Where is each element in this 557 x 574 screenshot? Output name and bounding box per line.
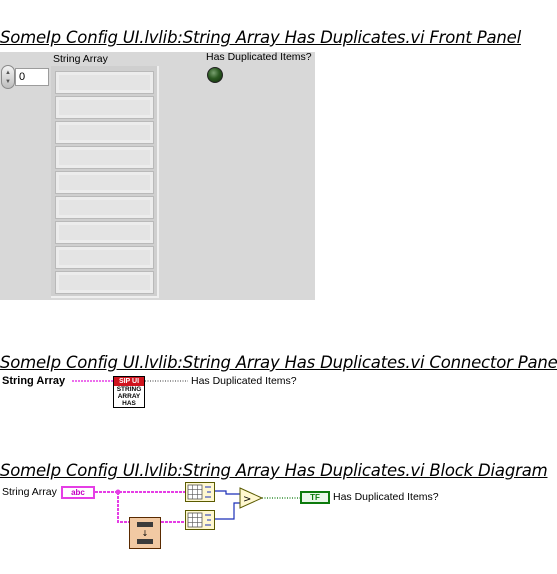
greater-than-symbol: >	[243, 494, 251, 505]
string-array-terminal[interactable]: abc	[61, 486, 95, 499]
sort-icon: ↓	[137, 522, 153, 544]
string-wire-to-sort	[117, 492, 129, 523]
wire-junction	[115, 489, 121, 495]
array-grid-icon	[187, 512, 211, 528]
svg-text:↓: ↓	[142, 529, 149, 538]
search-array-node-1[interactable]	[185, 482, 215, 502]
search-array-node-2[interactable]	[185, 510, 215, 530]
sort-array-node[interactable]: ↓	[129, 517, 161, 549]
boolean-terminal-text: TF	[310, 493, 320, 502]
bd-output-label: Has Duplicated Items?	[333, 491, 439, 503]
numeric-wire-2	[214, 502, 240, 520]
has-duplicates-terminal[interactable]: TF	[300, 491, 330, 504]
array-grid-icon	[187, 484, 211, 500]
string-terminal-text: abc	[71, 488, 85, 497]
numeric-wire-1	[214, 490, 240, 495]
